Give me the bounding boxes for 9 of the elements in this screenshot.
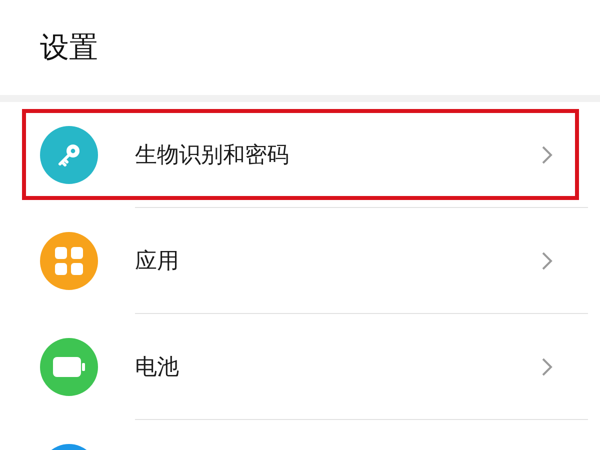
settings-item[interactable]: 电池 bbox=[135, 352, 541, 382]
settings-item[interactable]: 生物识别和密码 bbox=[135, 140, 541, 170]
battery-icon bbox=[52, 356, 86, 378]
chevron-icon bbox=[541, 250, 553, 270]
settings-item[interactable]: 应用 bbox=[135, 246, 541, 276]
chevron-icon bbox=[541, 356, 553, 376]
grid-icon bbox=[54, 246, 84, 276]
chevron-icon bbox=[541, 144, 553, 164]
page-title: 设置 bbox=[40, 28, 98, 66]
